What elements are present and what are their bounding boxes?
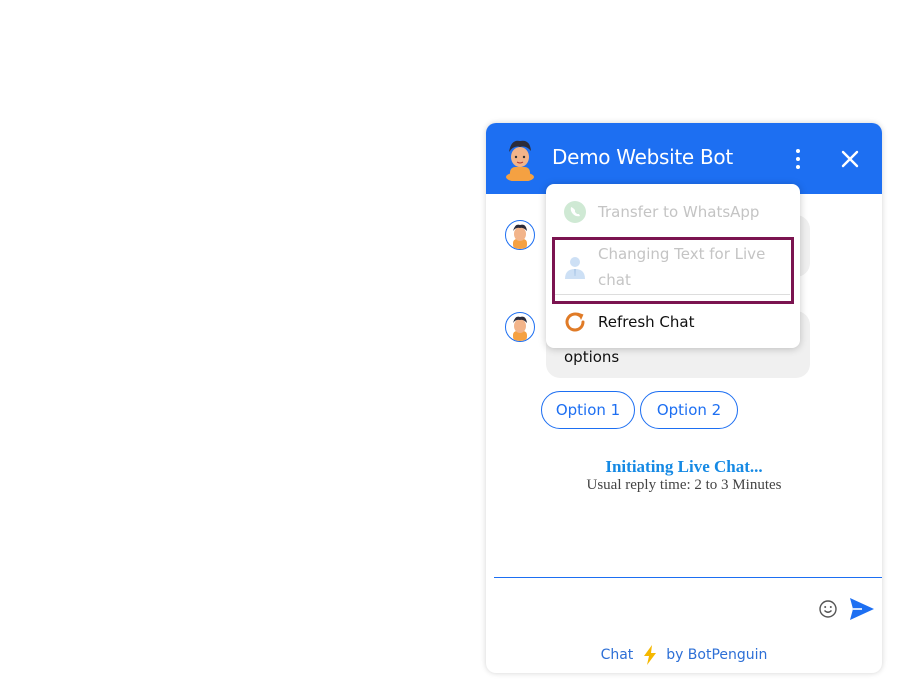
send-icon[interactable]: [848, 595, 876, 623]
bot-message-avatar: [505, 220, 535, 250]
options-dropdown-menu: Transfer to WhatsApp Changing Text for L…: [546, 184, 800, 348]
option-1-button[interactable]: Option 1: [541, 391, 635, 429]
menu-item-label-line1: Changing Text for Live: [598, 245, 766, 263]
message-input[interactable]: [506, 593, 800, 625]
live-chat-reply-time: Usual reply time: 2 to 3 Minutes: [586, 477, 782, 493]
chat-widget: Demo Website Bot options Transfer to Wha…: [486, 123, 882, 673]
option-2-button[interactable]: Option 2: [640, 391, 738, 429]
powered-by-footer[interactable]: Chat by BotPenguin: [486, 645, 882, 665]
lightning-icon: [643, 645, 656, 665]
live-chat-status-title: Initiating Live Chat...: [605, 457, 763, 476]
menu-item-label: Refresh Chat: [598, 313, 695, 331]
bot-avatar-icon: [513, 224, 527, 249]
bot-title: Demo Website Bot: [552, 145, 733, 169]
agent-icon: [565, 257, 585, 279]
bot-avatar-icon: [506, 140, 534, 181]
more-options-button[interactable]: [786, 147, 810, 171]
menu-item-label-line2: chat: [598, 271, 631, 289]
refresh-icon: [565, 312, 585, 332]
emoji-icon[interactable]: [818, 599, 838, 619]
bot-message-text: options: [564, 348, 620, 366]
menu-item-transfer-whatsapp[interactable]: Transfer to WhatsApp: [546, 198, 800, 226]
menu-divider: [554, 294, 790, 295]
menu-item-live-chat[interactable]: Changing Text for Live chat: [546, 240, 800, 294]
bot-avatar-icon: [513, 316, 527, 341]
menu-item-label: Transfer to WhatsApp: [598, 203, 760, 221]
footer-brand: by BotPenguin: [666, 647, 768, 663]
close-icon[interactable]: [838, 147, 862, 171]
footer-chat-label: Chat: [600, 647, 634, 663]
menu-item-refresh-chat[interactable]: Refresh Chat: [546, 308, 800, 336]
whatsapp-icon: [564, 201, 586, 223]
bot-message-avatar: [505, 312, 535, 342]
composer-divider: [494, 577, 882, 578]
